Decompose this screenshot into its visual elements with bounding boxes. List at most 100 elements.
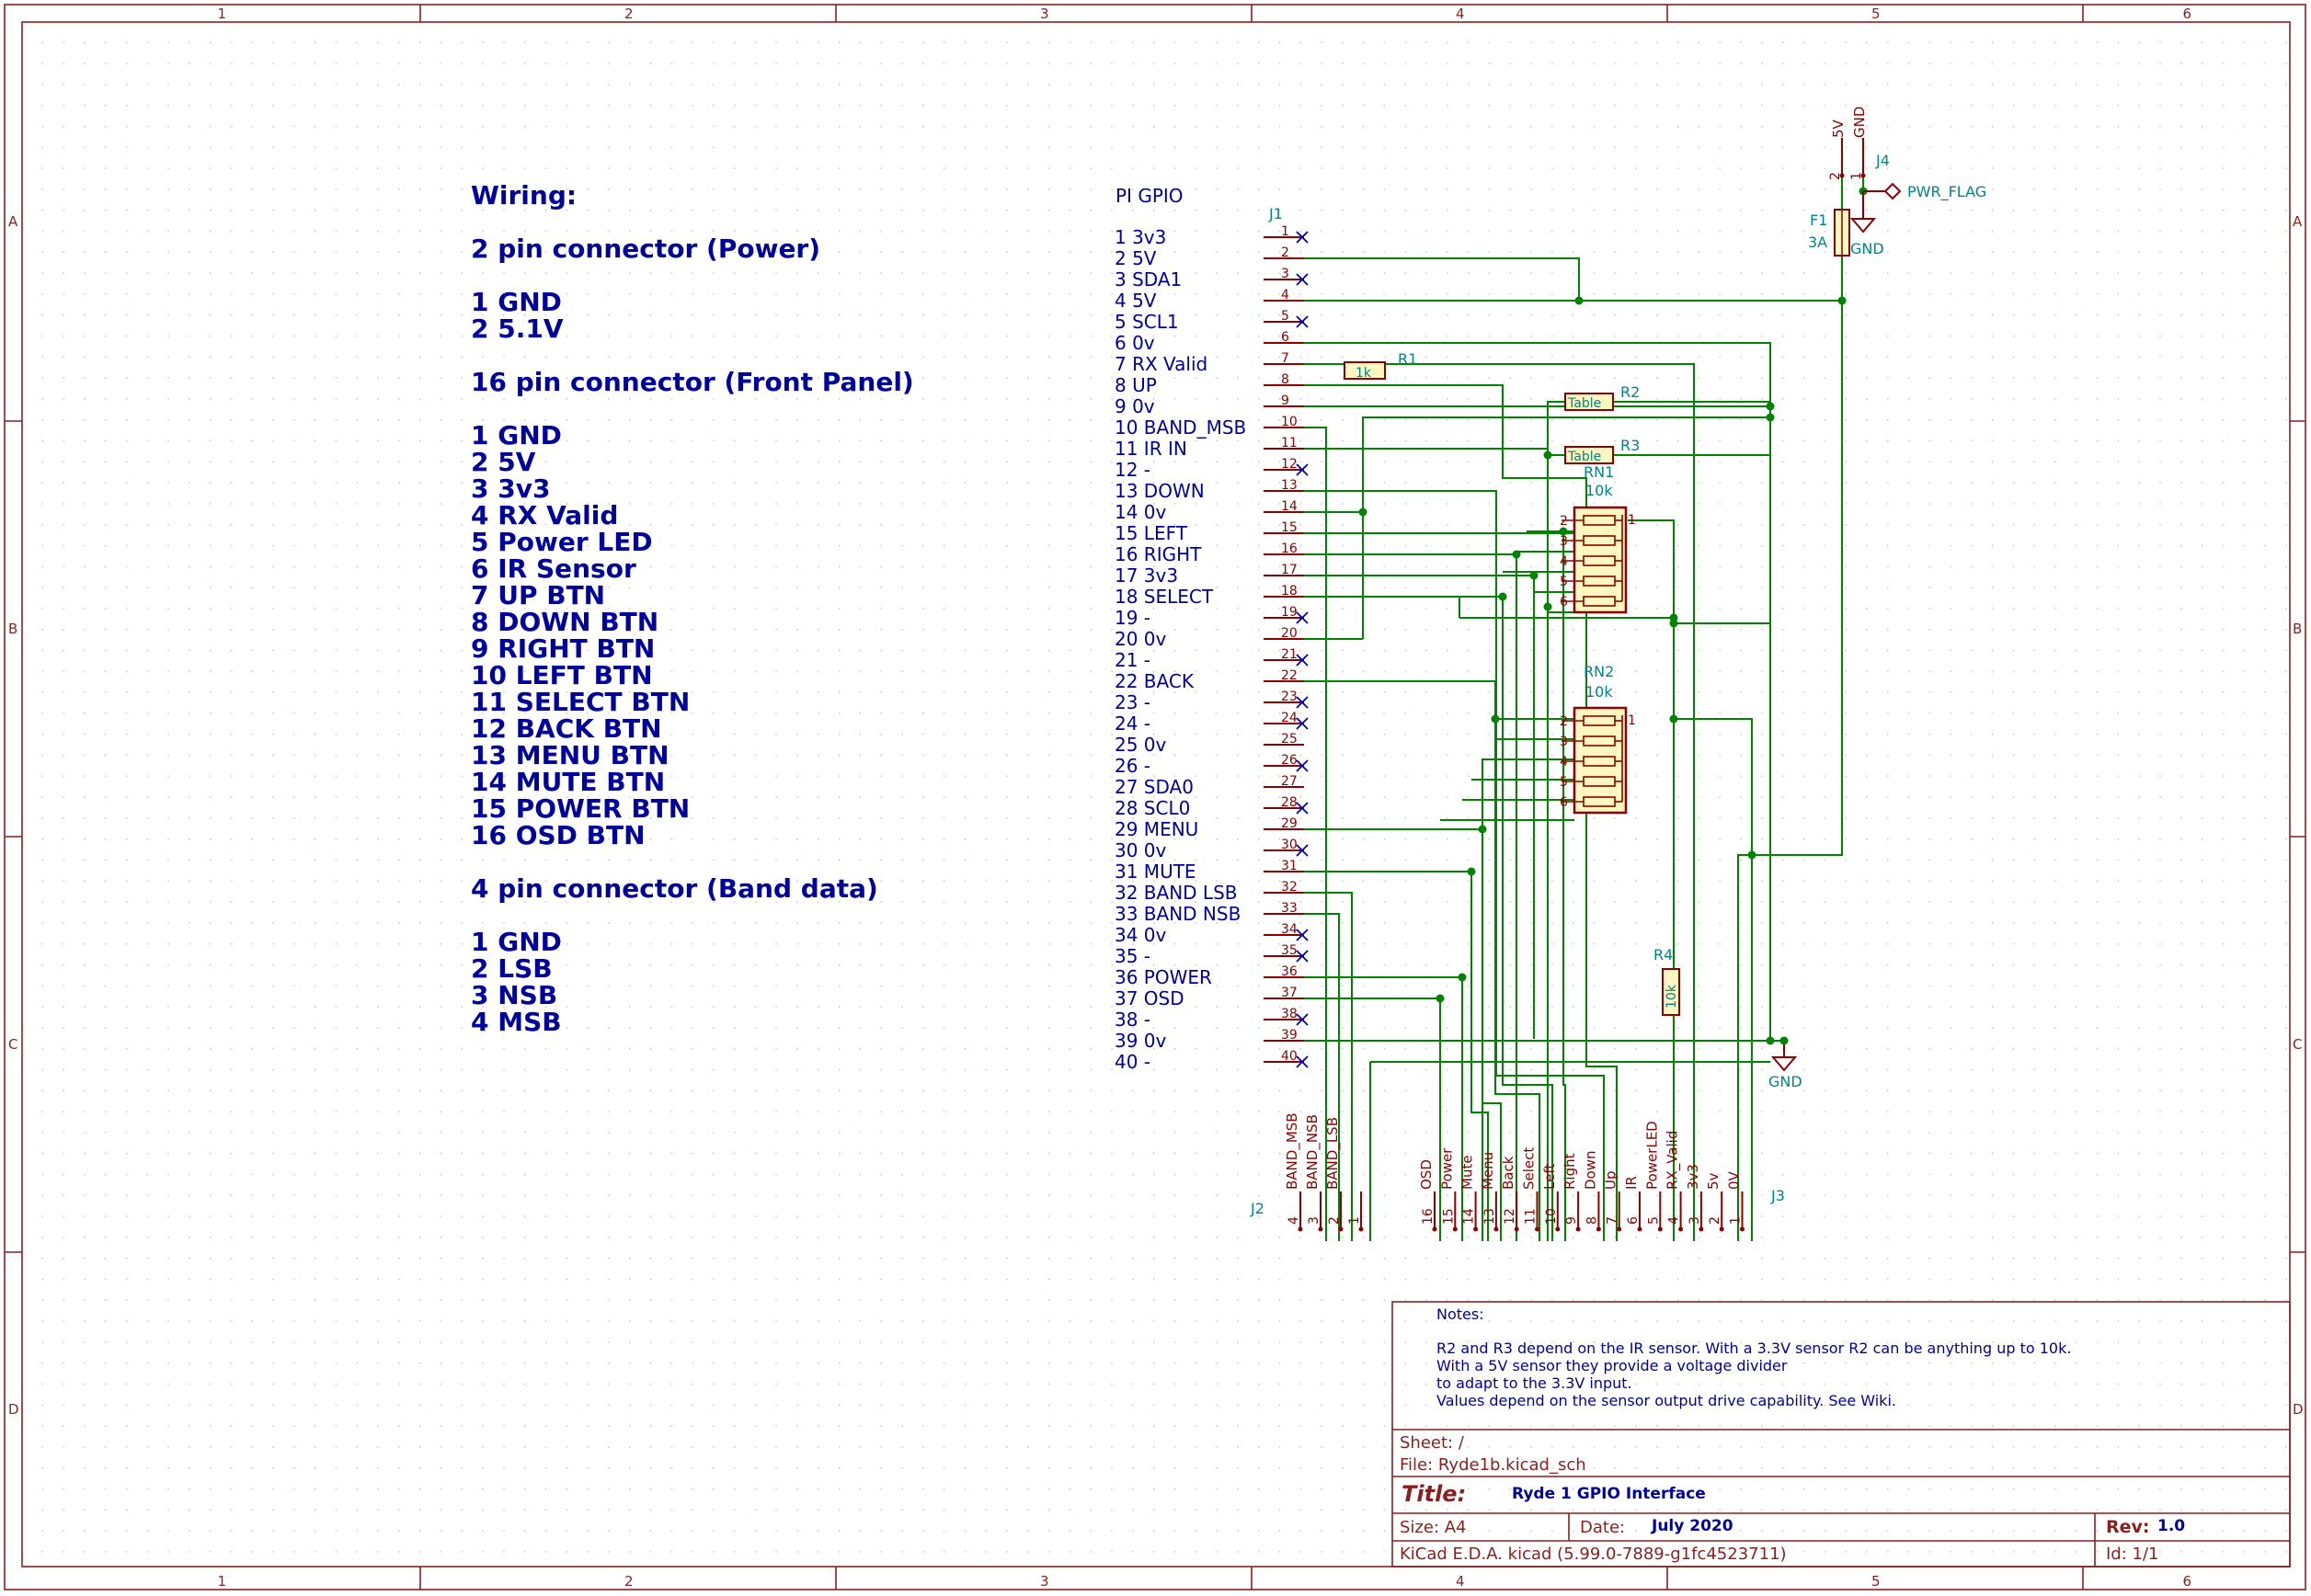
connector-pin-end [1338,1226,1344,1232]
rn-pin-number: 1 [1628,713,1636,728]
j1-pin-number: 14 [1281,499,1298,514]
j1-pin-number: 18 [1281,584,1298,598]
junction [1529,571,1539,580]
j1-pin-number: 2 [1281,245,1289,260]
connector-pin-number: 8 [1585,1216,1599,1225]
date-label: Date: [1580,1518,1625,1537]
frame-col-label: 6 [2183,1573,2192,1590]
rn-element [1583,735,1616,747]
j1-pin-number: 19 [1281,605,1298,620]
frame-row-label: C [8,1036,17,1053]
junction [1669,619,1678,628]
connector-pin-label: Back [1500,1156,1516,1190]
gpio-pin-label: 13 DOWN [1115,480,1205,502]
j1-pin-number: 8 [1281,372,1289,387]
j1-pin-number: 35 [1281,943,1298,958]
r4-value: 10k [1665,984,1679,1009]
j1-pin-number: 31 [1281,859,1298,873]
rn-pin-number: 2 [1560,514,1568,529]
junction [1491,714,1500,724]
connector-pin-label: Select [1521,1147,1538,1190]
j1-pin-number: 22 [1281,668,1298,683]
gpio-pin-label: 4 5V [1115,290,1157,312]
connector-pin-end [1575,1226,1581,1232]
junction [1478,825,1487,834]
gpio-pin-label: 24 - [1115,712,1150,735]
rn-pin-number: 2 [1560,714,1568,729]
frame-col-label: 1 [218,1573,227,1590]
j1-pin-number: 9 [1281,393,1289,408]
j1-pin-number: 38 [1281,1007,1298,1021]
gpio-pin-label: 10 BAND_MSB [1115,416,1246,439]
j1-pin-number: 20 [1281,626,1298,641]
connector-pin-label: 5v [1705,1172,1722,1190]
wiring-line: 16 pin connector (Front Panel) [471,367,914,397]
j1-pin-number: 13 [1281,478,1298,493]
connector-pin-number: 4 [1287,1216,1301,1225]
frame-row-label: B [8,621,17,637]
rn1-value: 10k [1585,482,1613,499]
j2-ref: J2 [1250,1200,1264,1217]
gpio-pin-label: 17 3v3 [1115,564,1178,587]
wiring-line: 2 pin connector (Power) [471,234,820,264]
connector-pin-end [1535,1226,1539,1232]
connector-pin-number: 14 [1462,1208,1477,1225]
j1-pin-number: 11 [1281,436,1298,450]
connector-pin-number: 1 [1729,1216,1744,1225]
connector-pin-number: 11 [1524,1208,1539,1225]
gpio-pin-label: 16 RIGHT [1115,543,1202,565]
frame-col-label: 3 [1040,6,1049,22]
frame-col-label: 4 [1456,6,1465,22]
r2-value: Table [1567,396,1601,411]
j1-pin-number: 30 [1281,838,1298,852]
gpio-pin-label: 27 SDA0 [1115,776,1194,798]
frame-row-label: C [2293,1036,2302,1053]
j1-pin-number: 26 [1281,753,1298,768]
rn-pin-number: 3 [1560,735,1568,749]
gpio-pin-label: 26 - [1115,755,1150,777]
gpio-pin-label: 38 - [1115,1009,1150,1031]
notes-label: Notes: [1436,1305,1484,1323]
file-field: File: Ryde1b.kicad_sch [1400,1455,1586,1475]
rn2-value: 10k [1585,683,1613,701]
gpio-pin-label: 11 IR IN [1115,438,1187,460]
gpio-pin-label: 20 0v [1115,628,1167,650]
gpio-pin-label: 7 RX Valid [1115,353,1207,375]
gpio-pin-label: 39 0v [1115,1030,1167,1052]
rn-element [1583,596,1616,607]
frame-col-label: 6 [2183,6,2192,22]
connector-pin-number: 5 [1646,1216,1661,1225]
wiring-line: 4 pin connector (Band data) [471,873,878,904]
connector-pin-label: Down [1582,1150,1598,1190]
junction [1543,450,1552,460]
wiring-line: 16 OSD BTN [471,820,646,850]
connector-pin-number: 3 [1307,1216,1321,1225]
connector-pin-label: IR [1623,1176,1640,1190]
connector-pin-end [1678,1226,1684,1232]
j1-pin-number: 5 [1281,309,1289,324]
title-label: Title: [1401,1481,1466,1507]
j1-pin-number: 15 [1281,520,1298,535]
junction [1467,867,1476,876]
rev-label: Rev: [2106,1517,2150,1537]
connector-pin-label: Mute [1459,1155,1476,1190]
gpio-pin-label: 19 - [1115,607,1150,629]
j1-ref: J1 [1268,205,1283,222]
j1-pin-number: 4 [1281,288,1289,302]
gpio-pin-label: 22 BACK [1115,670,1195,692]
rn-pin-number: 6 [1560,795,1568,810]
connector-pin-end [1596,1226,1601,1232]
r3-value: Table [1567,450,1601,464]
rn-element [1583,715,1616,726]
connector-pin-number: 3 [1687,1216,1702,1225]
gpio-pin-label: 32 BAND LSB [1115,882,1238,904]
gnd-top-label: GND [1850,240,1884,257]
gpio-pin-label: 9 0v [1115,395,1155,417]
connector-pin-end [1699,1226,1704,1232]
frame-row-label: A [8,213,18,230]
gpio-pin-label: 40 - [1115,1051,1150,1073]
pwr-flag-label: PWR_FLAG [1907,183,1986,201]
connector-pin-end [1473,1226,1479,1232]
rn-pin-number: 4 [1560,755,1568,770]
j1-pin-number: 6 [1281,330,1289,345]
